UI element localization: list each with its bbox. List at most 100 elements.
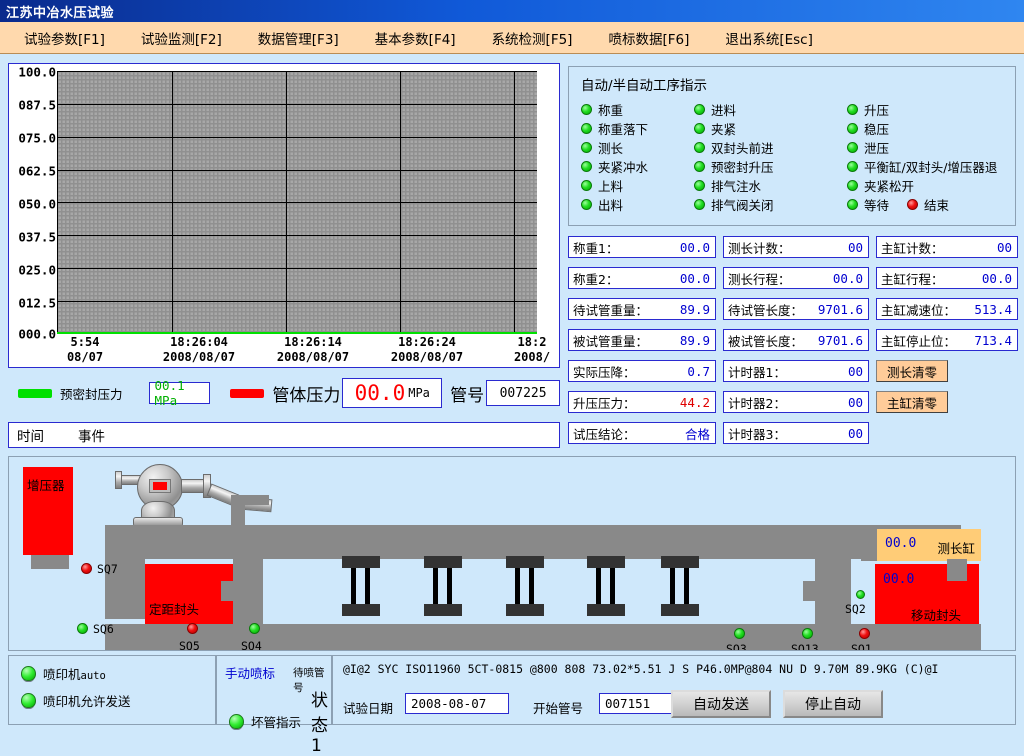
support-cap-icon bbox=[342, 604, 380, 616]
sensor-led-sq4 bbox=[249, 623, 260, 634]
pump-inlet-flange bbox=[115, 471, 122, 489]
sensor-label-sq7: SQ7 bbox=[97, 562, 118, 576]
fixed-head-label: 定距封头 bbox=[149, 602, 200, 617]
menu-item-system-check[interactable]: 系统检测[F5] bbox=[478, 26, 587, 50]
moving-head-label: 移动封头 bbox=[911, 608, 962, 623]
chart-major-gridline bbox=[172, 71, 173, 334]
workspace: 100.0 087.5 075.0 062.5 050.0 037.5 025.… bbox=[0, 54, 1024, 756]
y-tick-62-5: 062.5 bbox=[18, 163, 56, 179]
pump-indicator-lamp bbox=[153, 482, 167, 490]
sensor-led-sq13 bbox=[802, 628, 813, 639]
support-cap-icon bbox=[587, 604, 625, 616]
led-item-measure-length: 测长 bbox=[581, 138, 648, 157]
support-leg-icon bbox=[596, 568, 601, 604]
test-date-input[interactable]: 2008-08-07 bbox=[405, 693, 509, 714]
led-item-retract: 平衡缸/双封头/增压器退 bbox=[847, 157, 997, 176]
chart-major-gridline bbox=[57, 267, 537, 269]
y-tick-37-5: 037.5 bbox=[18, 229, 56, 245]
support-leg-icon bbox=[529, 568, 534, 604]
field-main-cyl-count: 主缸计数： 00 bbox=[876, 236, 1018, 258]
moving-head-mount bbox=[947, 559, 967, 581]
reset-length-button[interactable]: 测长清零 bbox=[876, 360, 948, 382]
lower-rail-beam bbox=[105, 624, 981, 650]
led-indicator-icon bbox=[581, 123, 592, 134]
field-main-cyl-stroke: 主缸行程： 00.0 bbox=[876, 267, 1018, 289]
printer-auto-led-icon bbox=[21, 666, 36, 681]
body-pressure-value: 00.0 MPa bbox=[342, 378, 443, 408]
start-pipe-no-input[interactable]: 007151 bbox=[599, 693, 673, 714]
led-item-clamp-flush: 夹紧冲水 bbox=[581, 157, 648, 176]
printer-auto-label: 喷印机auto bbox=[43, 667, 106, 682]
sensor-label-sq4: SQ4 bbox=[241, 639, 262, 651]
menu-item-test-params[interactable]: 试验参数[F1] bbox=[10, 26, 119, 50]
sensor-label-sq6: SQ6 bbox=[93, 622, 114, 636]
menu-item-marking-data[interactable]: 喷标数据[F6] bbox=[594, 26, 703, 50]
led-item-load: 上料 bbox=[581, 176, 648, 195]
stop-auto-button[interactable]: 停止自动 bbox=[783, 690, 883, 718]
auto-send-button[interactable]: 自动发送 bbox=[671, 690, 771, 718]
booster-label: 增压器 bbox=[27, 478, 65, 493]
support-cap-icon bbox=[424, 556, 462, 568]
x-tick-3: 18:26:24 2008/08/07 bbox=[390, 335, 464, 364]
chart-major-gridline bbox=[57, 169, 537, 171]
field-actual-pressure-drop: 实际压降： 0.7 bbox=[568, 360, 716, 382]
led-item-vent-valve-closed: 排气阀关闭 bbox=[694, 195, 774, 214]
menu-item-basic-params[interactable]: 基本参数[F4] bbox=[361, 26, 470, 50]
menu-item-test-monitor[interactable]: 试验监测[F2] bbox=[127, 26, 236, 50]
process-status-panel: 自动/半自动工序指示 称重 称重落下 测长 夹紧冲水 上料 出料 进料 夹紧 双… bbox=[568, 66, 1016, 226]
led-indicator-icon bbox=[581, 161, 592, 172]
pipe-support-5 bbox=[661, 556, 699, 616]
support-leg-icon bbox=[684, 568, 689, 604]
chart-x-axis: 5:54 08/07 18:26:04 2008/08/07 18:26:14 … bbox=[57, 334, 559, 367]
chart-major-gridline bbox=[57, 103, 537, 105]
support-leg-icon bbox=[610, 568, 615, 604]
x-tick-0: 5:54 08/07 bbox=[66, 335, 104, 364]
field-pending-pipe-length: 待试管长度： 9701.6 bbox=[723, 298, 869, 320]
chart-legend-row: 预密封压力 00.1 MPa 管体压力 00.0 MPa 管号 007225 bbox=[8, 372, 560, 414]
support-cap-icon bbox=[506, 604, 544, 616]
support-cap-icon bbox=[661, 604, 699, 616]
sensor-led-sq6 bbox=[77, 623, 88, 634]
manual-mark-label[interactable]: 手动喷标 bbox=[225, 663, 275, 682]
led-item-pressurize: 升压 bbox=[847, 100, 997, 119]
y-tick-12-5: 012.5 bbox=[18, 295, 56, 311]
led-indicator-icon bbox=[694, 142, 705, 153]
marking-string-text: @I@2 SYC ISO11960 5CT-0815 @800 808 73.0… bbox=[343, 662, 939, 676]
menu-item-exit-system[interactable]: 退出系统[Esc] bbox=[711, 26, 827, 50]
sensor-label-sq1: SQ1 bbox=[851, 642, 872, 651]
reset-main-cylinder-button[interactable]: 主缸清零 bbox=[876, 391, 948, 413]
process-status-title: 自动/半自动工序指示 bbox=[581, 78, 708, 94]
led-item-feed: 进料 bbox=[694, 100, 774, 119]
fixed-head-guide-mid bbox=[221, 581, 263, 601]
sensor-led-sq1 bbox=[859, 628, 870, 639]
legend-swatch-preseal bbox=[18, 388, 52, 398]
led-item-unclamp: 夹紧松开 bbox=[847, 176, 997, 195]
moving-head-guide-upper bbox=[815, 559, 851, 581]
support-cap-icon bbox=[424, 604, 462, 616]
measure-cylinder-body: 00.0 测长缸 bbox=[877, 529, 981, 561]
legend-label-body-pressure: 管体压力 bbox=[272, 385, 341, 406]
chart-y-axis: 100.0 087.5 075.0 062.5 050.0 037.5 025.… bbox=[9, 64, 57, 367]
led-indicator-icon bbox=[694, 123, 705, 134]
field-timer-1: 计时器1： 00 bbox=[723, 360, 869, 382]
main-menu-bar: 试验参数[F1] 试验监测[F2] 数据管理[F3] 基本参数[F4] 系统检测… bbox=[0, 22, 1024, 54]
chart-major-gridline bbox=[57, 71, 537, 72]
support-leg-icon bbox=[351, 568, 356, 604]
support-cap-icon bbox=[342, 556, 380, 568]
event-col-time: 时间 bbox=[17, 429, 44, 445]
booster-base bbox=[31, 555, 69, 569]
y-tick-75: 075.0 bbox=[18, 130, 56, 146]
support-cap-icon bbox=[587, 556, 625, 568]
led-indicator-icon bbox=[847, 161, 858, 172]
led-indicator-icon bbox=[907, 199, 919, 210]
sensor-led-sq7 bbox=[81, 563, 92, 574]
pipe-support-1 bbox=[342, 556, 380, 616]
field-timer-2: 计时器2： 00 bbox=[723, 391, 869, 413]
y-tick-25: 025.0 bbox=[18, 262, 56, 278]
legend-label-preseal: 预密封压力 bbox=[60, 386, 123, 402]
led-indicator-icon bbox=[847, 123, 858, 134]
menu-item-data-management[interactable]: 数据管理[F3] bbox=[244, 26, 353, 50]
led-indicator-icon bbox=[694, 104, 705, 115]
chart-major-gridline bbox=[57, 202, 537, 204]
event-log-list[interactable]: 时间 事件 bbox=[8, 422, 560, 448]
